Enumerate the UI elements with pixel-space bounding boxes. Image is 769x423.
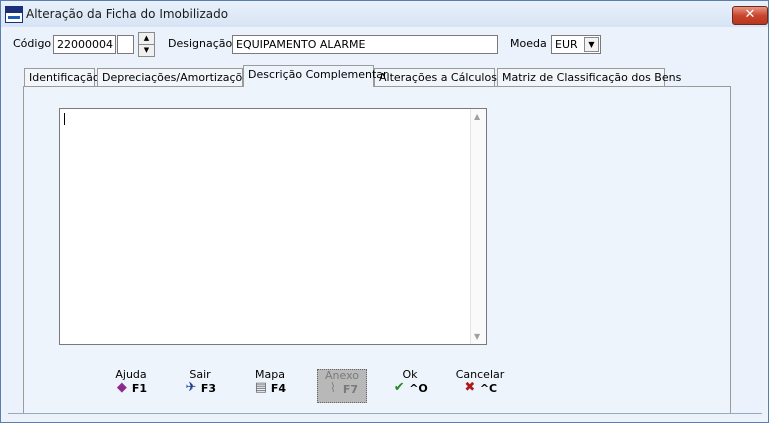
spin-down-icon[interactable]: ▼: [139, 45, 154, 56]
chevron-down-icon[interactable]: ▼: [584, 37, 599, 52]
moeda-label: Moeda: [510, 37, 547, 50]
descricao-memo[interactable]: ▲ ▼: [59, 108, 487, 345]
printer-icon: ▤: [254, 380, 268, 395]
tab-identificacao[interactable]: Identificação: [24, 68, 100, 86]
window-title: Alteração da Ficha do Imobilizado: [26, 7, 229, 21]
designacao-field[interactable]: EQUIPAMENTO ALARME: [232, 35, 498, 54]
sair-button[interactable]: Sair ✈ F3: [175, 369, 225, 403]
anexo-button[interactable]: Anexo ⌇ F7: [317, 369, 367, 403]
scroll-up-icon[interactable]: ▲: [474, 112, 480, 121]
codigo-label: Código: [13, 37, 52, 50]
exit-person-icon: ✈: [185, 380, 197, 395]
cancelar-key: ^C: [479, 381, 498, 395]
tab-alteracoes-calculos[interactable]: Alterações a Cálculos...: [374, 68, 507, 86]
text-caret: [64, 113, 65, 125]
sair-key: F3: [200, 381, 217, 395]
spin-up-icon[interactable]: ▲: [139, 33, 154, 45]
cancelar-button[interactable]: Cancelar ✖ ^C: [455, 369, 505, 403]
checkmark-icon: ✔: [393, 380, 405, 395]
dialog-window: Alteração da Ficha do Imobilizado ✕ Códi…: [0, 0, 769, 423]
ok-label: Ok: [402, 368, 418, 381]
app-icon: [5, 6, 23, 23]
tab-depreciacoes[interactable]: Depreciações/Amortizações: [97, 68, 255, 86]
mapa-button[interactable]: Mapa ▤ F4: [245, 369, 295, 403]
ajuda-key: F1: [131, 381, 148, 395]
help-book-icon: ◆: [116, 380, 127, 395]
ajuda-label: Ajuda: [115, 368, 147, 381]
designacao-label: Designação: [168, 37, 233, 50]
mapa-label: Mapa: [255, 368, 285, 381]
bottom-divider: [8, 413, 762, 414]
codigo-suffix-field[interactable]: [117, 35, 134, 54]
sair-label: Sair: [189, 368, 211, 381]
memo-scrollbar[interactable]: ▲ ▼: [470, 109, 486, 344]
cancelar-label: Cancelar: [455, 368, 505, 381]
tab-matriz-classificacao[interactable]: Matriz de Classificação dos Bens: [497, 68, 681, 86]
mapa-key: F4: [270, 381, 287, 395]
anexo-label: Anexo: [325, 369, 359, 382]
tab-descricao-complementar[interactable]: Descrição Complementar: [243, 65, 388, 87]
anexo-key: F7: [342, 382, 359, 396]
codigo-field[interactable]: 22000004: [53, 35, 116, 54]
ok-button[interactable]: Ok ✔ ^O: [385, 369, 435, 403]
ok-key: ^O: [409, 381, 428, 395]
moeda-value: EUR: [555, 38, 578, 51]
dialog-body: Código 22000004 ▲ ▼ Designação EQUIPAMEN…: [4, 27, 765, 418]
scroll-down-icon[interactable]: ▼: [474, 332, 480, 341]
close-button[interactable]: ✕: [732, 6, 768, 25]
red-x-icon: ✖: [464, 380, 476, 395]
title-bar[interactable]: Alteração da Ficha do Imobilizado ✕: [1, 1, 768, 27]
ajuda-button[interactable]: Ajuda ◆ F1: [106, 369, 156, 403]
paperclip-icon: ⌇: [329, 381, 337, 396]
codigo-spinner[interactable]: ▲ ▼: [138, 32, 155, 57]
